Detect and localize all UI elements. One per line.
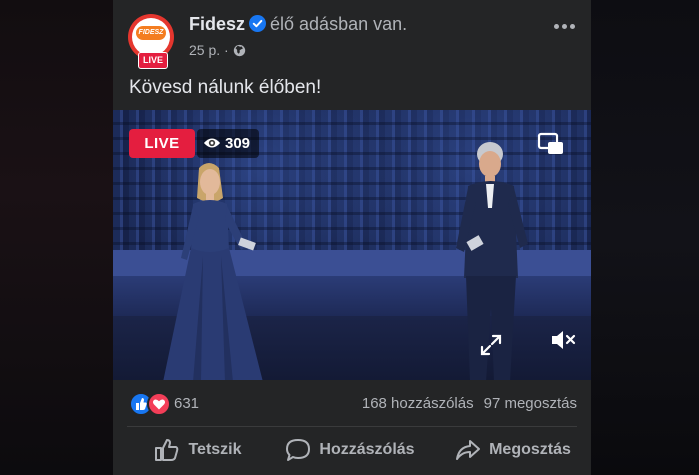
share-button[interactable]: Megosztás — [443, 428, 583, 472]
post-time-link[interactable]: 25 p. — [189, 42, 220, 58]
post-header: FIDESZ LIVE Fidesz élő adásban van. 25 p.… — [113, 0, 591, 70]
share-label: Megosztás — [489, 441, 571, 458]
background-left — [0, 0, 113, 475]
verified-badge-icon — [249, 15, 267, 37]
share-count-link[interactable]: 97 megosztás — [484, 395, 577, 412]
avatar-live-badge: LIVE — [138, 52, 168, 69]
name-row: Fidesz élő adásban van. — [189, 14, 407, 37]
post-text: Kövesd nálunk élőben! — [129, 77, 322, 98]
fidesz-logo: FIDESZ — [136, 26, 166, 40]
share-arrow-icon — [456, 440, 481, 460]
engagement-stats: 168 hozzászólás 97 megosztás — [362, 395, 577, 412]
actions-divider — [127, 426, 577, 427]
more-options-button[interactable] — [554, 16, 582, 32]
love-reaction-icon — [147, 392, 171, 416]
reaction-count: 631 — [174, 395, 200, 412]
dot-icon — [562, 24, 567, 29]
comment-button[interactable]: Hozzászólás — [275, 428, 425, 472]
meta-separator: · — [224, 42, 229, 58]
live-status-text: élő adásban van. — [270, 14, 408, 34]
globe-icon — [233, 42, 246, 58]
post-meta: 25 p. · — [189, 42, 246, 58]
comment-count-link[interactable]: 168 hozzászólás — [362, 395, 474, 412]
viewer-count: 309 — [225, 135, 251, 152]
eye-icon — [203, 138, 221, 148]
live-badge: LIVE — [129, 129, 195, 158]
like-label: Tetszik — [188, 441, 242, 458]
fullscreen-icon[interactable] — [479, 333, 503, 357]
dot-icon — [554, 24, 559, 29]
page-avatar[interactable]: FIDESZ LIVE — [128, 14, 180, 69]
post-actions-bar: Tetszik Hozzászólás Megosztás — [113, 428, 591, 472]
background-right — [591, 0, 699, 475]
dot-icon — [570, 24, 575, 29]
mute-volume-icon[interactable] — [550, 328, 578, 352]
picture-in-picture-icon[interactable] — [537, 132, 565, 156]
thumbs-up-icon — [155, 439, 179, 461]
like-button[interactable]: Tetszik — [133, 428, 263, 472]
live-video-player[interactable]: LIVE 309 — [113, 110, 591, 380]
comment-bubble-icon — [286, 439, 311, 461]
comment-label: Hozzászólás — [319, 441, 415, 458]
viewer-count-badge: 309 — [197, 129, 259, 158]
page-name-link[interactable]: Fidesz — [189, 14, 245, 34]
post-card: FIDESZ LIVE Fidesz élő adásban van. 25 p.… — [113, 0, 591, 475]
woman-presenter-figure — [163, 163, 263, 380]
